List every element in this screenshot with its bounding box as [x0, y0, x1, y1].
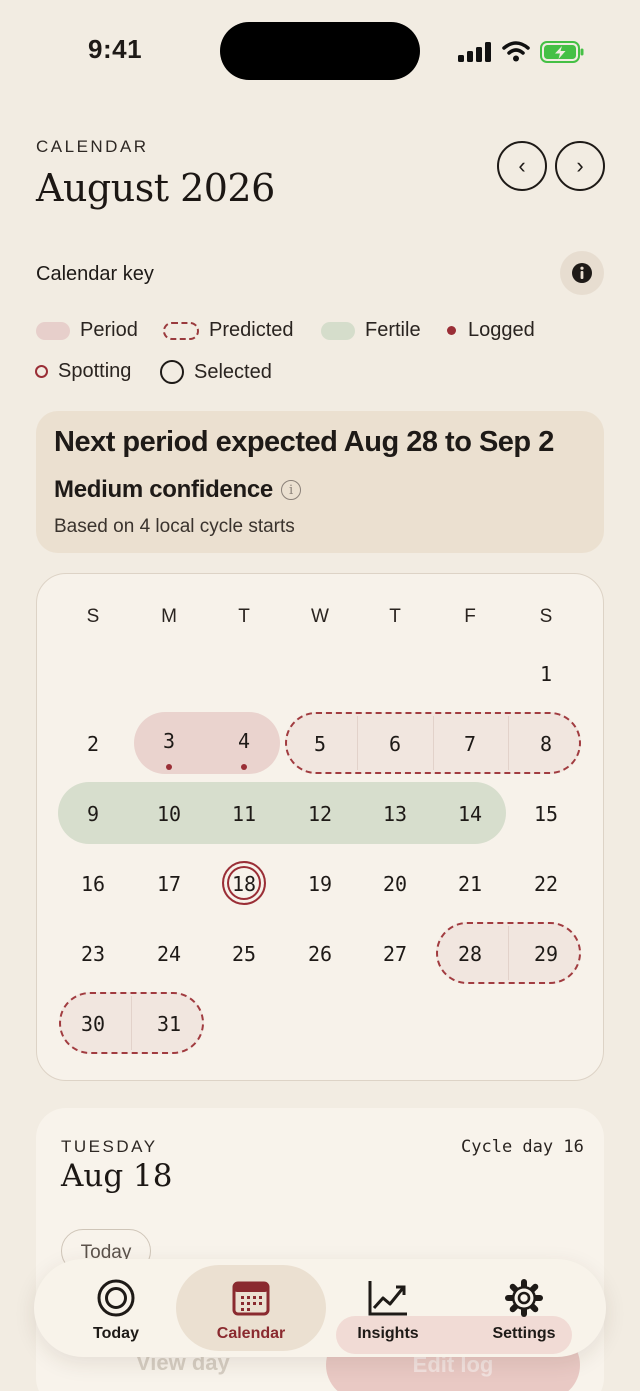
period-swatch [36, 321, 70, 340]
chart-icon [368, 1281, 407, 1316]
weekday-header: M [161, 606, 177, 627]
cell-divider [433, 716, 434, 770]
cell-divider [508, 926, 509, 980]
calendar-day[interactable]: 7 [440, 732, 500, 756]
fertile-range-band [58, 782, 506, 844]
info-icon [572, 263, 592, 283]
calendar-icon [232, 1281, 270, 1316]
calendar-day[interactable]: 22 [516, 872, 576, 896]
calendar-day[interactable]: 15 [516, 802, 576, 826]
legend-label: Period [80, 319, 138, 341]
legend-predicted: Predicted [163, 319, 294, 342]
calendar-day[interactable]: 13 [365, 802, 425, 826]
cell-divider [131, 996, 132, 1050]
calendar-day[interactable]: 26 [290, 942, 350, 966]
weekday-header: S [86, 606, 100, 627]
tab-today[interactable]: Today [41, 1265, 191, 1351]
calendar-day[interactable]: 4 [214, 729, 274, 753]
calendar-day[interactable]: 14 [440, 802, 500, 826]
calendar-day[interactable]: 12 [290, 802, 350, 826]
prediction-title: Next period expected Aug 28 to Sep 2 [54, 426, 554, 458]
calendar-day[interactable]: 8 [516, 732, 576, 756]
signal-icon [458, 42, 491, 62]
calendar-day[interactable]: 28 [440, 942, 500, 966]
legend-period: Period [36, 319, 138, 342]
calendar-day[interactable]: 23 [63, 942, 123, 966]
tab-label: Today [93, 1325, 139, 1342]
calendar-day[interactable]: 20 [365, 872, 425, 896]
cycle-day-label: Cycle day 16 [461, 1137, 584, 1157]
legend-label: Logged [468, 319, 535, 341]
calendar-day[interactable]: 11 [214, 802, 274, 826]
calendar-day[interactable]: 27 [365, 942, 425, 966]
weekday-header: W [311, 606, 329, 627]
calendar-day[interactable]: 16 [63, 872, 123, 896]
legend-logged: Logged [447, 319, 535, 342]
legend-label: Fertile [365, 319, 421, 341]
day-weekday: TUESDAY [61, 1137, 158, 1156]
legend-label: Predicted [209, 319, 294, 341]
wifi-icon [502, 41, 530, 62]
dynamic-island [220, 22, 420, 80]
weekday-header: F [464, 606, 476, 627]
logged-swatch [447, 326, 456, 335]
tab-calendar[interactable]: Calendar [176, 1265, 326, 1351]
next-month-button[interactable]: › [555, 141, 605, 191]
logged-dot [241, 764, 247, 770]
calendar-day[interactable]: 24 [139, 942, 199, 966]
weekday-header: T [238, 606, 250, 627]
calendar-day[interactable]: 19 [290, 872, 350, 896]
day-date-title: Aug 18 [61, 1158, 173, 1194]
legend-fertile: Fertile [321, 319, 421, 342]
tab-settings[interactable]: Settings [449, 1265, 599, 1351]
calendar-day[interactable]: 25 [214, 942, 274, 966]
month-title: August 2026 [36, 166, 275, 210]
calendar-day[interactable]: 2 [63, 732, 123, 756]
chevron-left-icon: ‹ [518, 153, 526, 178]
cell-divider [508, 716, 509, 770]
legend-spotting: Spotting [35, 360, 131, 383]
calendar-day[interactable]: 3 [139, 729, 199, 753]
chevron-right-icon: › [576, 153, 584, 178]
calendar-day[interactable]: 17 [139, 872, 199, 896]
calendar-day-selected[interactable]: 18 [214, 872, 274, 896]
confidence-info-icon[interactable]: i [280, 480, 301, 500]
previous-month-button[interactable]: ‹ [497, 141, 547, 191]
weekday-header: T [389, 606, 401, 627]
legend-selected: Selected [160, 360, 272, 384]
selected-swatch [160, 360, 184, 384]
calendar-day[interactable]: 6 [365, 732, 425, 756]
spotting-swatch [35, 365, 48, 378]
cell-divider [357, 716, 358, 770]
logged-dot [166, 764, 172, 770]
calendar-day[interactable]: 10 [139, 802, 199, 826]
calendar-day[interactable]: 9 [63, 802, 123, 826]
calendar-day[interactable]: 1 [516, 662, 576, 686]
tab-label: Calendar [216, 1325, 286, 1342]
battery-charging-icon [540, 41, 584, 63]
predicted-swatch [163, 321, 199, 340]
weekday-header: S [539, 606, 553, 627]
calendar-key-title: Calendar key [36, 263, 154, 285]
tab-label: Insights [357, 1325, 419, 1342]
tab-insights[interactable]: Insights [313, 1265, 463, 1351]
calendar-day[interactable]: 30 [63, 1012, 123, 1036]
fertile-swatch [321, 321, 355, 340]
status-time: 9:41 [88, 34, 143, 64]
calendar-day[interactable]: 31 [139, 1012, 199, 1036]
prediction-confidence: Medium confidence i [54, 476, 301, 504]
legend-label: Spotting [58, 360, 132, 382]
section-eyebrow: CALENDAR [36, 137, 149, 156]
calendar-day[interactable]: 29 [516, 942, 576, 966]
confidence-label: Medium confidence [54, 476, 273, 503]
prediction-basis: Based on 4 local cycle starts [54, 516, 295, 537]
gear-icon [505, 1279, 543, 1317]
calendar-day[interactable]: 21 [440, 872, 500, 896]
target-icon [97, 1279, 135, 1317]
calendar-day[interactable]: 5 [290, 732, 350, 756]
tab-label: Settings [492, 1325, 556, 1342]
legend-label: Selected [194, 360, 272, 383]
calendar-key-info-button[interactable] [560, 251, 604, 295]
edit-log-label: Edit log [412, 1352, 494, 1377]
